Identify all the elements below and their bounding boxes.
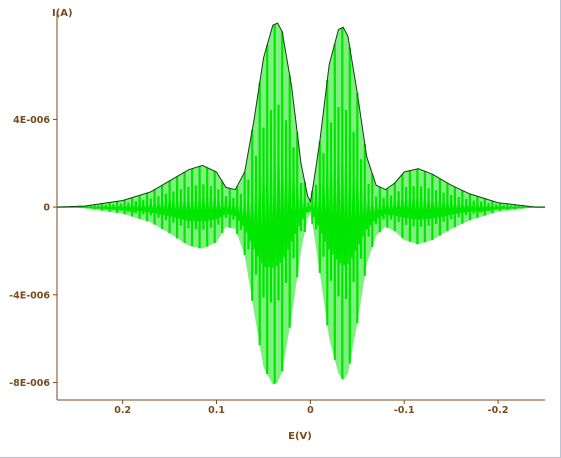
chart-frame: 4E-006 0 -4E-006 -8E-006 0.2 0.1 0 -0.1 -0.2 I(A…: [0, 0, 561, 458]
x-tick-label: -0.1: [394, 405, 415, 416]
y-tick-label: 4E-006: [13, 115, 50, 126]
x-tick-label: 0: [307, 405, 314, 416]
x-axis-title: E(V): [288, 431, 312, 442]
x-tick-label: -0.2: [488, 405, 509, 416]
series-0: [56, 22, 545, 385]
y-tick-label: -4E-006: [9, 290, 50, 301]
y-axis-title: I(A): [52, 8, 73, 19]
x-tick-label: 0.2: [114, 405, 131, 416]
y-tick-label: -8E-006: [9, 378, 50, 389]
plot-area: [56, 22, 545, 385]
y-tick-label: 0: [43, 203, 50, 214]
chart-svg: 4E-006 0 -4E-006 -8E-006 0.2 0.1 0 -0.1 -0.2 I(A…: [9, 8, 545, 442]
x-tick-label: 0.1: [208, 405, 225, 416]
